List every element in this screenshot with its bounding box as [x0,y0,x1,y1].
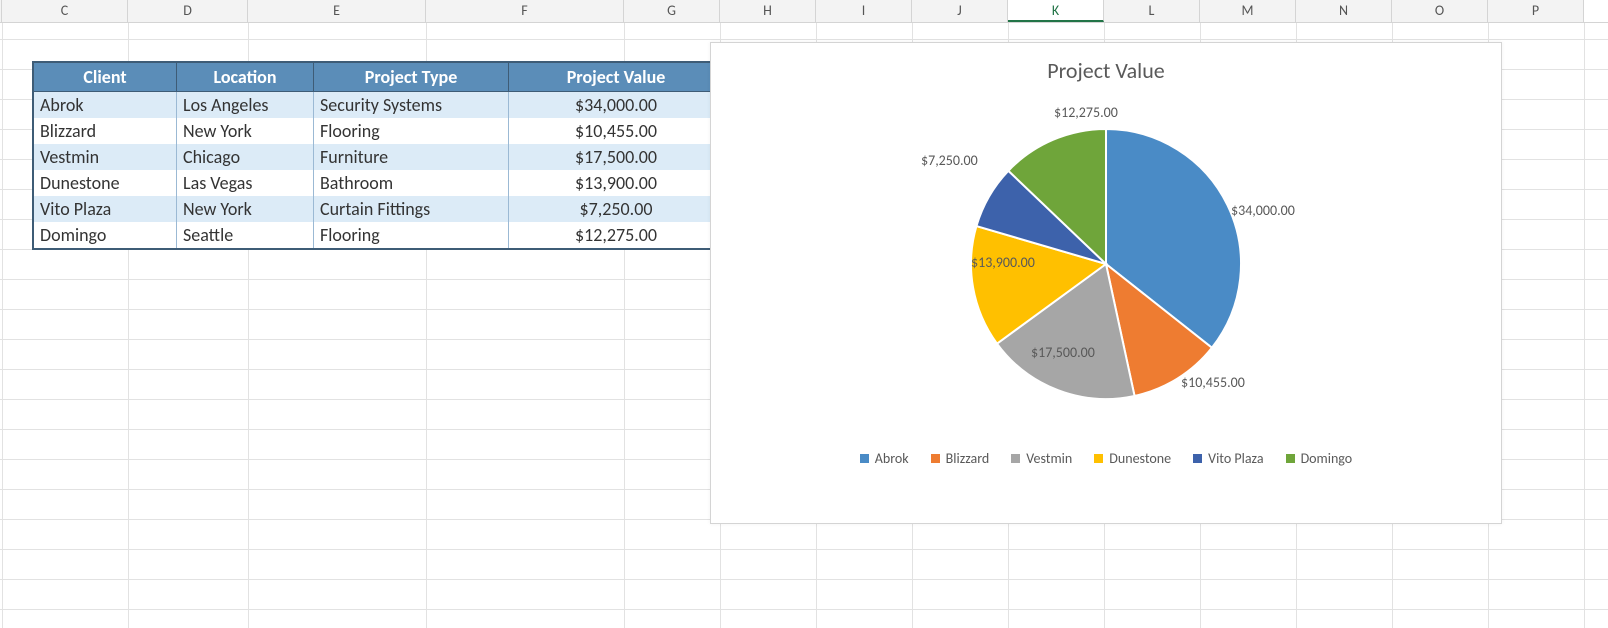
pie-chart: $34,000.00 $10,455.00 $17,500.00 $13,900.00… [711,84,1501,444]
pie-data-label: $10,455.00 [1181,374,1245,391]
chart-legend: Abrok Blizzard Vestmin Dunestone Vito Plaza D… [711,450,1501,467]
table-header-1[interactable]: Location [177,62,314,92]
legend-item: Blizzard [931,450,990,467]
table-row[interactable]: Vito PlazaNew YorkCurtain Fittings$7,250… [33,196,724,222]
table-header-row: ClientLocationProject TypeProject Value [33,62,724,92]
table-cell[interactable]: Vestmin [33,144,177,170]
column-header-J[interactable]: J [912,0,1008,22]
table-cell[interactable]: Flooring [314,222,509,249]
column-header-C[interactable]: C [2,0,128,22]
table-cell[interactable]: Blizzard [33,118,177,144]
table-cell[interactable]: New York [177,118,314,144]
table-cell[interactable]: $17,500.00 [509,144,725,170]
column-header-E[interactable]: E [248,0,426,22]
legend-item: Vito Plaza [1193,450,1263,467]
pie-data-label: $7,250.00 [921,152,978,169]
table-cell[interactable]: $13,900.00 [509,170,725,196]
column-header-D[interactable]: D [128,0,248,22]
table-cell[interactable]: $34,000.00 [509,92,725,119]
column-header-M[interactable]: M [1200,0,1296,22]
pie-data-label: $34,000.00 [1231,202,1295,219]
table-cell[interactable]: $12,275.00 [509,222,725,249]
column-header-H[interactable]: H [720,0,816,22]
column-header-K[interactable]: K [1008,0,1104,22]
legend-item: Abrok [860,450,909,467]
table-row[interactable]: BlizzardNew YorkFlooring$10,455.00 [33,118,724,144]
table-row[interactable]: VestminChicagoFurniture$17,500.00 [33,144,724,170]
pie-data-label: $13,900.00 [971,254,1035,271]
chart-title: Project Value [711,57,1501,84]
pie-data-label: $17,500.00 [1031,344,1095,361]
column-headers: CDEFGHIJKLMNOP [0,0,1608,23]
column-header-G[interactable]: G [624,0,720,22]
table-cell[interactable]: Vito Plaza [33,196,177,222]
table-cell[interactable]: Domingo [33,222,177,249]
table-cell[interactable]: $10,455.00 [509,118,725,144]
table-cell[interactable]: Los Angeles [177,92,314,119]
table-header-0[interactable]: Client [33,62,177,92]
pie-data-label: $12,275.00 [1054,104,1118,121]
legend-item: Domingo [1286,450,1353,467]
table-row[interactable]: DomingoSeattleFlooring$12,275.00 [33,222,724,249]
data-table[interactable]: ClientLocationProject TypeProject Value … [32,61,725,250]
table-cell[interactable]: New York [177,196,314,222]
table-header-2[interactable]: Project Type [314,62,509,92]
legend-item: Dunestone [1094,450,1171,467]
table-cell[interactable]: Seattle [177,222,314,249]
table-cell[interactable]: Security Systems [314,92,509,119]
legend-item: Vestmin [1011,450,1072,467]
table-cell[interactable]: Abrok [33,92,177,119]
table-row[interactable]: AbrokLos AngelesSecurity Systems$34,000.… [33,92,724,119]
table-cell[interactable]: Furniture [314,144,509,170]
column-header-L[interactable]: L [1104,0,1200,22]
table-cell[interactable]: Chicago [177,144,314,170]
table-header-3[interactable]: Project Value [509,62,725,92]
column-header-O[interactable]: O [1392,0,1488,22]
table-row[interactable]: DunestoneLas VegasBathroom$13,900.00 [33,170,724,196]
column-header-N[interactable]: N [1296,0,1392,22]
column-header-I[interactable]: I [816,0,912,22]
table-cell[interactable]: Las Vegas [177,170,314,196]
table-cell[interactable]: $7,250.00 [509,196,725,222]
column-header-P[interactable]: P [1488,0,1584,22]
column-header-F[interactable]: F [426,0,624,22]
chart-container[interactable]: Project Value $34,000.00 $10,455.00 $17,50… [710,42,1502,524]
table-cell[interactable]: Flooring [314,118,509,144]
table-cell[interactable]: Dunestone [33,170,177,196]
table-cell[interactable]: Bathroom [314,170,509,196]
table-cell[interactable]: Curtain Fittings [314,196,509,222]
